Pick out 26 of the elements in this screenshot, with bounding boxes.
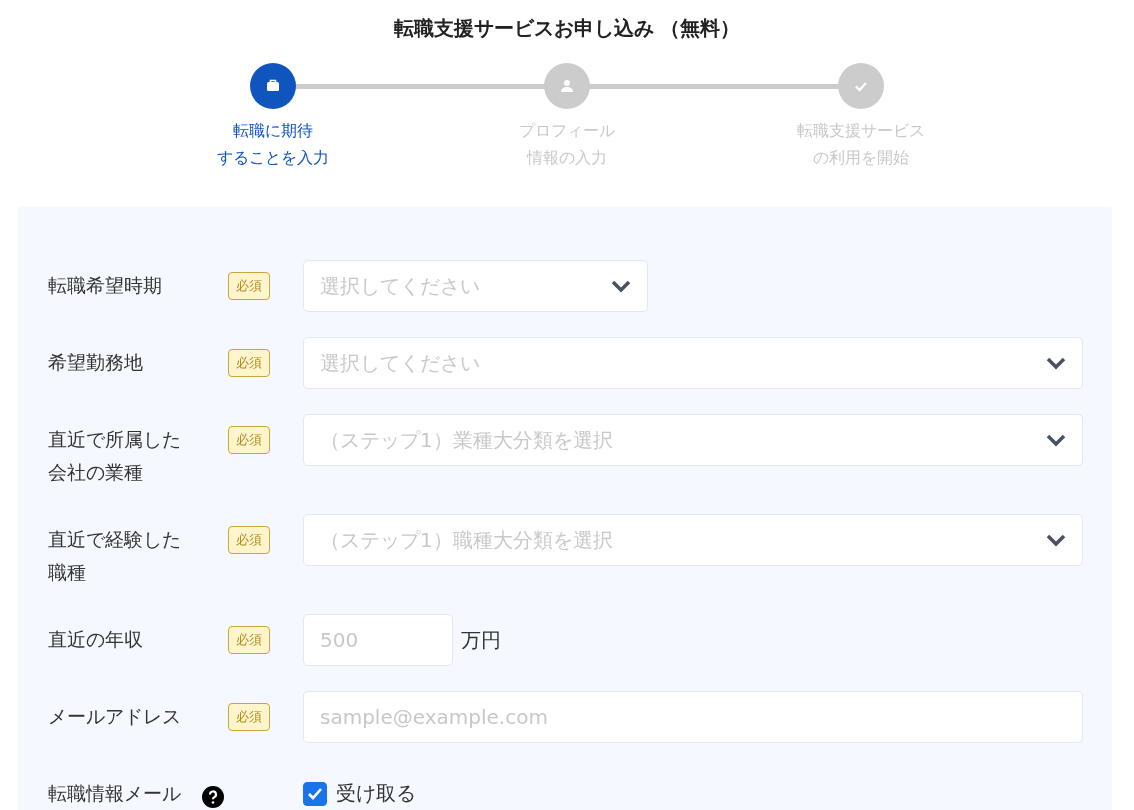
field-label: 希望勤務地 <box>48 350 144 375</box>
required-badge: 必須 <box>228 426 270 454</box>
field-label: 直近で所属した会社の業種 <box>48 427 182 485</box>
chevron-down-icon <box>611 279 631 293</box>
step-label: 転職に期待 <box>233 120 313 142</box>
field-label: 直近の年収 <box>48 627 144 652</box>
checkbox-label: 受け取る <box>336 780 416 807</box>
chevron-down-icon <box>1046 433 1066 447</box>
required-badge: 必須 <box>228 626 270 654</box>
field-label: メールアドレス <box>48 704 182 729</box>
person-icon <box>558 77 576 95</box>
checkmark-icon <box>307 786 323 801</box>
field-label: 転職希望時期 <box>48 273 163 298</box>
field-label: 直近で経験した職種 <box>48 527 182 585</box>
chevron-down-icon <box>1046 533 1066 547</box>
checkbox[interactable] <box>303 781 327 806</box>
required-badge: 必須 <box>228 703 270 731</box>
step-label: することを入力 <box>217 147 329 169</box>
unit-label: 万円 <box>461 626 501 654</box>
page-title: 転職支援サービスお申し込み （無料） <box>392 15 742 42</box>
required-badge: 必須 <box>228 272 270 300</box>
required-badge: 必須 <box>228 349 270 377</box>
field-label: 転職情報メール <box>48 781 182 806</box>
required-badge: 必須 <box>228 526 270 554</box>
help-icon[interactable] <box>202 786 225 808</box>
chevron-down-icon <box>1046 356 1066 370</box>
